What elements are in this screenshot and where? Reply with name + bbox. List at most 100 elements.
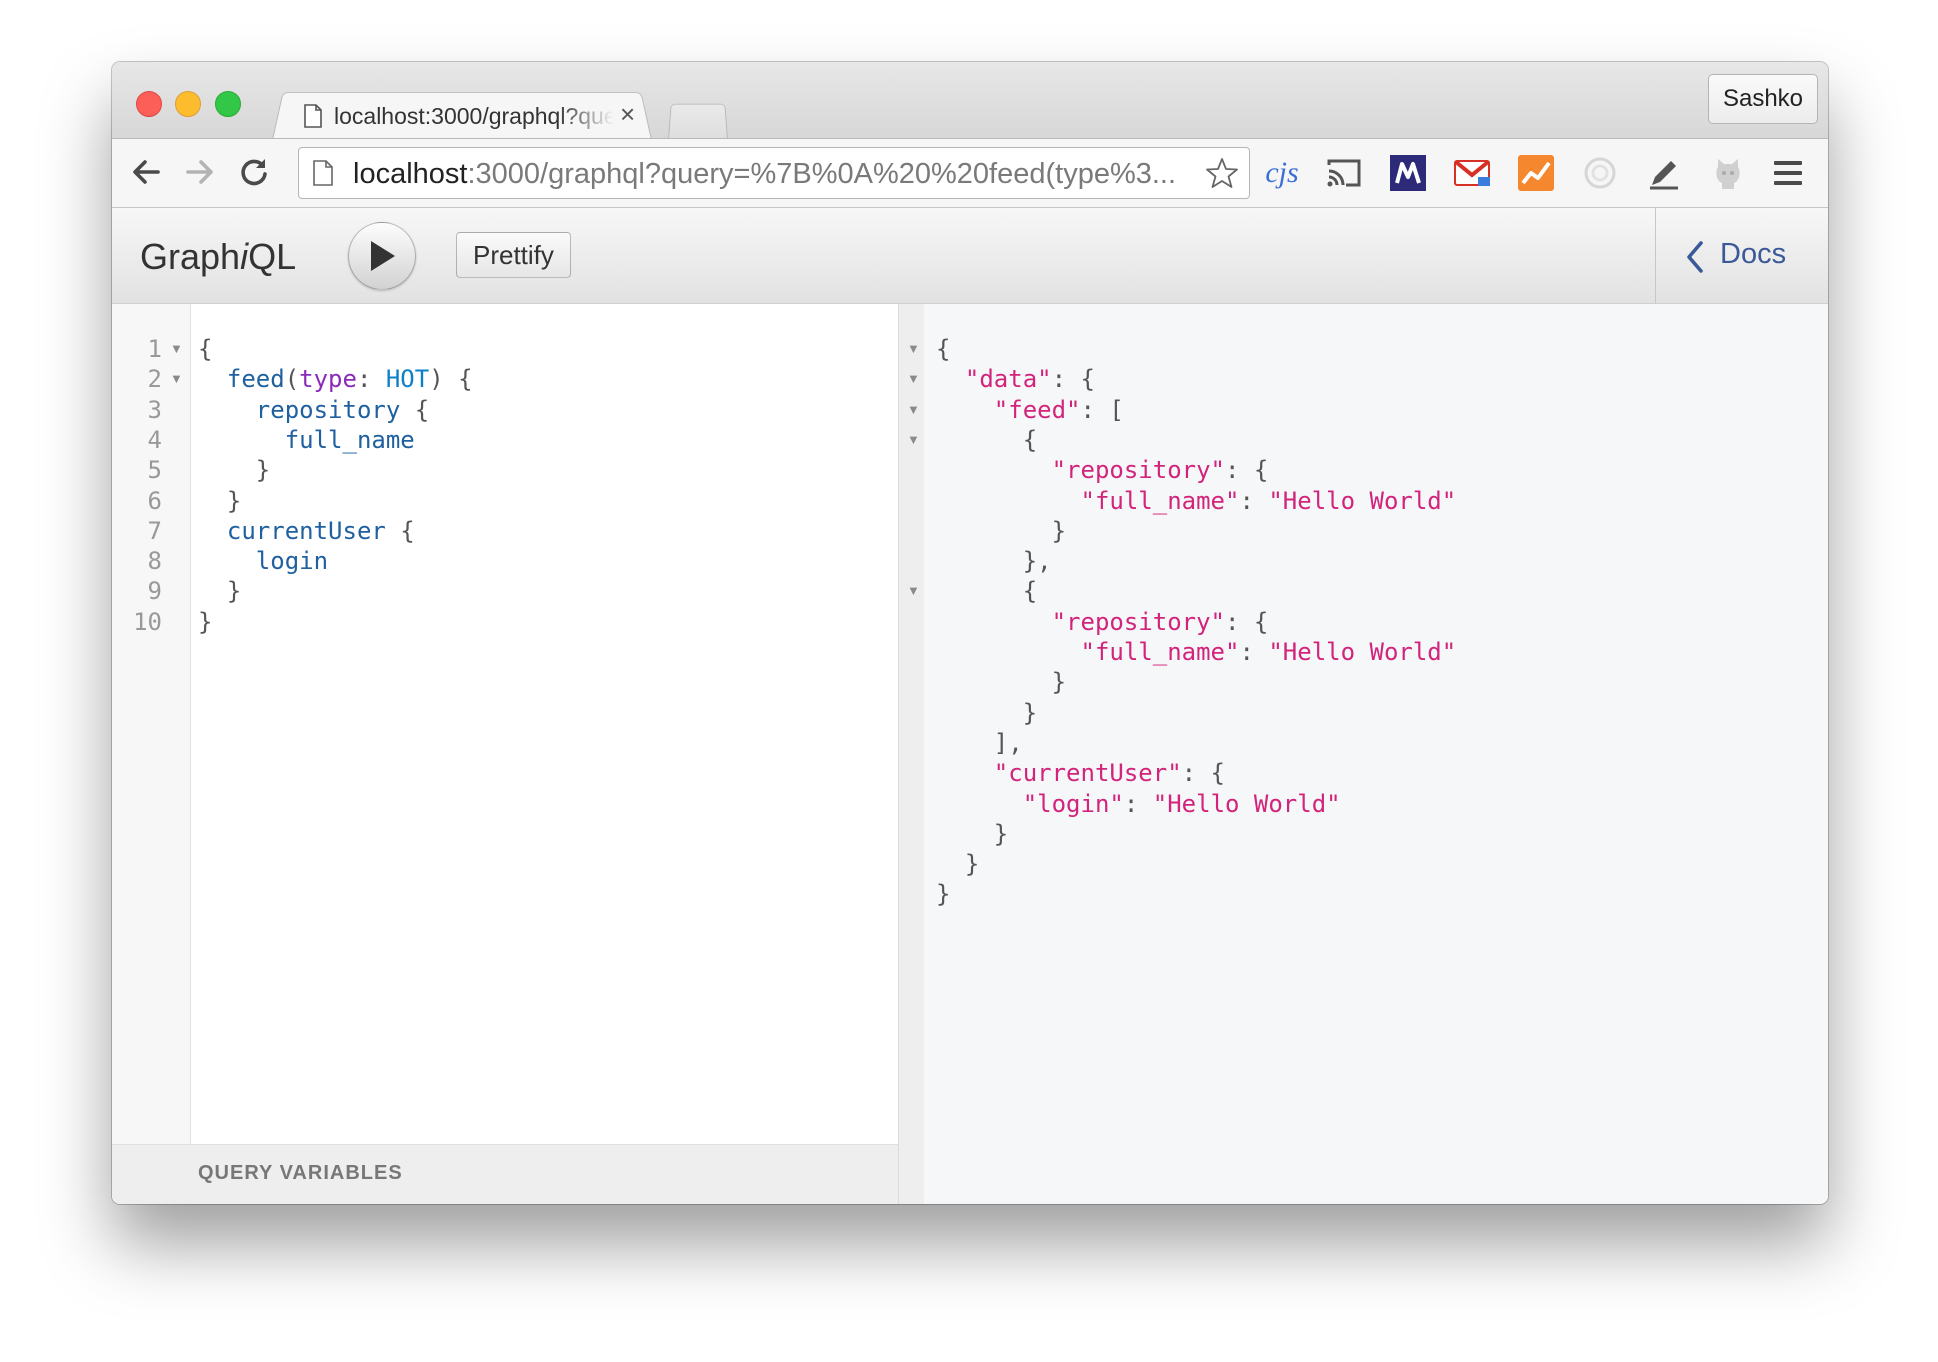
line-number: 6 [147,486,162,515]
code-token: "full_name" [1080,638,1240,666]
code-token: { [385,516,415,545]
query-line: } [198,607,212,637]
execute-query-button[interactable] [348,222,416,290]
line-number: 2 [147,365,162,394]
fold-arrow-icon[interactable]: ▼ [907,395,920,425]
address-url[interactable]: localhost:3000/graphql?query=%7B%0A%20%2… [353,158,1183,191]
code-token: repository [255,395,401,424]
code-token: : [ [1080,395,1124,424]
octocat-icon[interactable] [1708,153,1748,193]
code-token: type [299,365,357,394]
query-editor[interactable]: 1 2 3 4 5 6 7 8 9 10 ▼ ▼ { feed(type: HOT) { reposi… [112,304,898,1204]
code-token: HOT [385,365,430,394]
line-number: 9 [147,577,162,606]
result-line: }, [936,546,1052,576]
code-token: } [964,850,980,879]
browser-tab-content[interactable]: localhost:3000/graphql?query=%7B%0A × [290,98,650,138]
code-token: "feed" [993,395,1081,424]
fold-arrow-icon[interactable]: ▼ [907,334,920,364]
result-line: } [936,698,1037,728]
cjs-icon[interactable]: cjs [1262,153,1302,193]
result-line: } [936,516,1066,546]
prettify-button[interactable]: Prettify [456,232,571,278]
graphiql-logo: GraphiQL [140,236,296,278]
menu-icon[interactable] [1768,153,1808,193]
bookmark-star-icon[interactable] [1205,156,1239,190]
line-number: 10 [133,607,162,636]
reload-icon[interactable] [236,154,272,190]
code-token: } [936,880,951,909]
code-token: { [1022,425,1038,454]
pen-icon[interactable] [1644,153,1684,193]
code-token: ], [993,728,1023,757]
query-variables-bar[interactable]: QUERY VARIABLES [112,1144,898,1204]
code-token: } [993,819,1009,848]
profile-button[interactable]: Sashko [1708,74,1818,124]
result-line: "login": "Hello World" [936,789,1341,819]
query-line: full_name [198,425,415,455]
gmail-icon[interactable] [1452,153,1492,193]
code-token: feed [226,365,285,394]
line-number: 7 [147,516,162,545]
fold-arrow-icon[interactable]: ▼ [170,334,183,364]
code-token: "Hello World" [1152,789,1341,818]
code-token: : [1239,486,1269,515]
browser-toolbar: localhost:3000/graphql?query=%7B%0A%20%2… [112,138,1828,208]
code-token: ( [284,365,300,394]
tab-close-icon[interactable]: × [620,99,635,130]
logo-text-ql: QL [248,236,297,277]
new-tab-button[interactable] [668,103,728,139]
result-line: { [936,425,1037,455]
close-window-button[interactable] [136,91,162,117]
line-number: 4 [147,425,162,454]
logo-text-graph: Graph [140,236,241,277]
code-token: : { [1051,365,1095,394]
code-token: } [255,456,271,485]
cast-icon[interactable] [1324,153,1364,193]
code-token: } [1022,698,1038,727]
circle-extension-icon[interactable] [1580,153,1620,193]
fold-arrow-icon[interactable]: ▼ [907,576,920,606]
analytics-icon[interactable] [1516,153,1556,193]
address-bar[interactable]: localhost:3000/graphql?query=%7B%0A%20%2… [298,147,1250,199]
result-line: "repository": { [936,607,1269,637]
code-token: { [198,335,213,363]
tab-title: localhost:3000/graphql?query=%7B%0A [334,103,614,129]
code-token: currentUser [226,516,386,545]
code-token: { [1022,577,1038,606]
browser-window: localhost:3000/graphql?query=%7B%0A × Sa… [112,62,1828,1204]
fold-arrow-icon[interactable]: ▼ [907,364,920,394]
back-arrow-icon[interactable] [128,154,164,190]
code-token: : [1123,789,1153,818]
forward-arrow-icon[interactable] [182,154,218,190]
result-line: "feed": [ [936,395,1124,425]
m-extension-icon[interactable] [1388,153,1428,193]
code-token: "Hello World" [1268,638,1457,666]
minimize-window-button[interactable] [175,91,201,117]
code-token: "full_name" [1080,486,1240,515]
query-line: feed(type: HOT) { [198,364,473,394]
result-viewer: { "data": { "feed": [ { "repository": { … [924,304,1828,1204]
line-number: 8 [147,547,162,576]
fold-arrow-icon[interactable]: ▼ [170,364,183,394]
zoom-window-button[interactable] [215,91,241,117]
result-line: "currentUser": { [936,758,1225,788]
url-host: localhost [353,158,468,190]
docs-area: Docs [1655,208,1828,303]
fold-arrow-icon[interactable]: ▼ [907,425,920,455]
